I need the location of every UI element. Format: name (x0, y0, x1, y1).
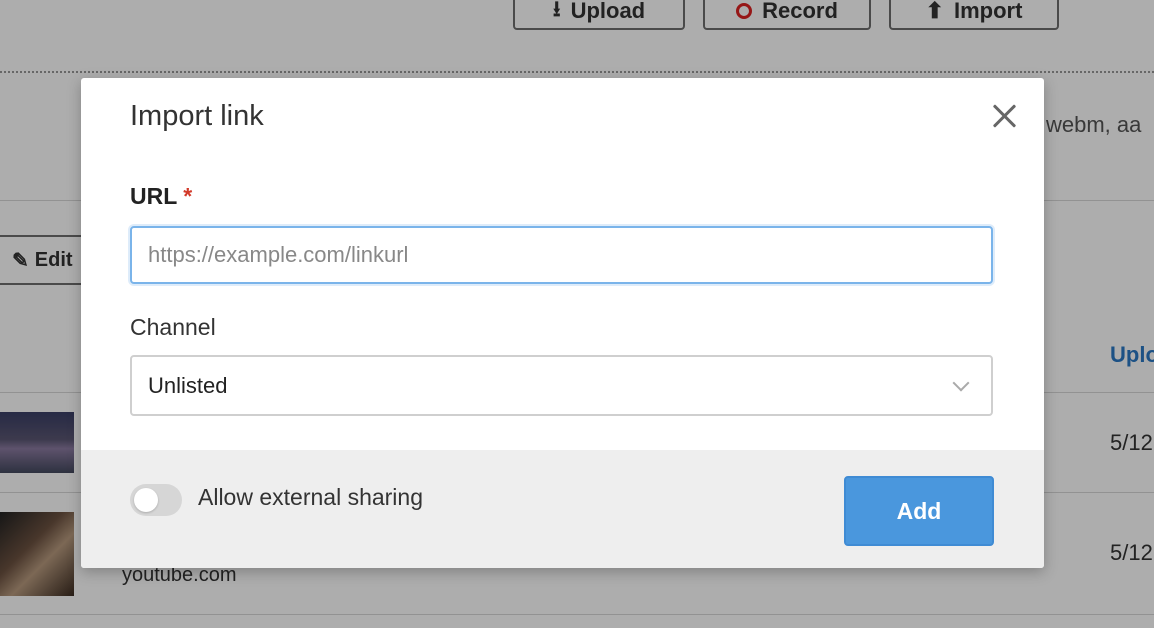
external-sharing-toggle[interactable] (130, 484, 182, 516)
add-button[interactable]: Add (844, 476, 994, 546)
channel-field-label: Channel (130, 314, 216, 340)
url-field-label: URL * (130, 183, 192, 210)
toggle-knob (134, 488, 158, 512)
required-marker: * (183, 183, 193, 209)
import-link-dialog: Import link URL* Channel Unlisted Allow … (81, 78, 1044, 568)
url-input[interactable] (130, 226, 993, 284)
dialog-footer: Allow external sharing Add (81, 450, 1044, 568)
close-icon[interactable] (989, 100, 1021, 132)
channel-select[interactable]: Unlisted (130, 355, 993, 416)
dialog-title: Import link (130, 100, 264, 132)
chevron-down-icon (952, 374, 970, 392)
url-label-text: URL (130, 183, 178, 209)
external-sharing-label: Allow external sharing (198, 484, 424, 510)
channel-selected-value: Unlisted (148, 373, 228, 398)
